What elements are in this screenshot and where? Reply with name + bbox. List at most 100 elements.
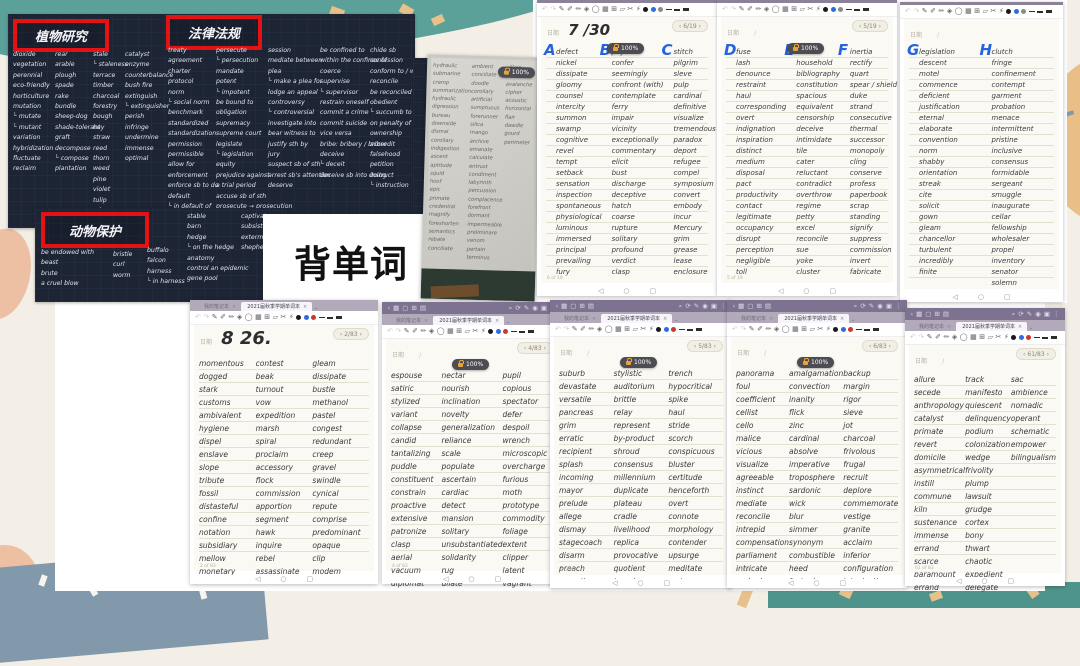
rotate-icon[interactable]: ⟳ — [1018, 310, 1023, 318]
color-swatch[interactable] — [671, 327, 676, 332]
add-page-icon[interactable]: ⊞ — [411, 304, 416, 312]
color-swatch[interactable] — [664, 327, 669, 332]
android-back-button[interactable]: ◁ — [598, 287, 603, 295]
edit-icon[interactable]: ✎ — [524, 304, 529, 312]
eraser-icon[interactable]: ◈ — [952, 334, 957, 341]
page-nav[interactable]: ‹ 5/83 › — [687, 340, 723, 352]
pen-icon[interactable]: ✎ — [559, 6, 565, 13]
android-home-button[interactable]: ○ — [813, 579, 819, 587]
android-back-button[interactable]: ◁ — [952, 293, 957, 301]
color-swatch[interactable] — [831, 7, 836, 12]
grid-icon[interactable]: ▦ — [916, 310, 922, 318]
stroke-width-medium[interactable] — [864, 329, 870, 331]
more-icon[interactable]: ⋮ — [720, 302, 727, 310]
eye-icon[interactable]: ◉ — [702, 302, 708, 310]
color-swatch[interactable] — [496, 329, 501, 334]
laser-icon[interactable]: ⚡ — [289, 314, 294, 321]
stroke-width-thin[interactable] — [511, 331, 517, 332]
stroke-width-thick[interactable] — [873, 328, 879, 332]
image-icon[interactable]: ▦ — [970, 334, 977, 341]
close-icon[interactable]: × — [947, 324, 951, 330]
export-icon[interactable]: ▤ — [588, 302, 594, 310]
shape-icon[interactable]: ▱ — [810, 326, 815, 333]
android-recent-button[interactable]: ▢ — [306, 575, 313, 583]
chevron-down-icon[interactable]: ⌄ — [1029, 325, 1033, 331]
pen-icon[interactable]: ✎ — [404, 328, 410, 335]
image-icon[interactable]: ▦ — [615, 326, 622, 333]
image-icon[interactable]: ▦ — [447, 328, 454, 335]
color-swatch[interactable] — [1014, 9, 1019, 14]
color-swatch[interactable] — [503, 329, 508, 334]
stroke-width-medium[interactable] — [519, 331, 525, 333]
eraser-icon[interactable]: ◈ — [774, 326, 779, 333]
redo-icon[interactable]: ↷ — [913, 8, 919, 15]
shape-icon[interactable]: ▱ — [800, 6, 805, 13]
more-icon[interactable]: ⋮ — [1053, 310, 1060, 318]
stroke-width-thick[interactable] — [1051, 336, 1057, 340]
android-home-button[interactable]: ○ — [468, 575, 474, 583]
color-swatch[interactable] — [656, 327, 661, 332]
stroke-width-medium[interactable] — [674, 9, 680, 11]
stroke-width-thin[interactable] — [1029, 11, 1035, 12]
color-swatch[interactable] — [838, 7, 843, 12]
chevron-down-icon[interactable]: ⌄ — [506, 319, 510, 325]
search-icon[interactable]: ⌕ — [509, 304, 513, 313]
bookmark-icon[interactable]: ▣ — [886, 302, 892, 310]
pencil-icon[interactable]: ✏ — [576, 6, 582, 13]
edit-icon[interactable]: ✎ — [869, 302, 874, 310]
android-back-button[interactable]: ◁ — [612, 579, 617, 587]
shape-icon[interactable]: ▱ — [633, 326, 638, 333]
stroke-width-medium[interactable] — [687, 329, 693, 331]
table-icon[interactable]: ⊞ — [979, 334, 985, 341]
close-icon[interactable]: × — [424, 318, 428, 324]
pencil-icon[interactable]: ✏ — [756, 6, 762, 13]
lasso-icon[interactable]: ◯ — [245, 314, 253, 321]
shape-icon[interactable]: ▱ — [620, 6, 625, 13]
laser-icon[interactable]: ⚡ — [826, 326, 831, 333]
laser-icon[interactable]: ⚡ — [481, 328, 486, 335]
export-icon[interactable]: ▤ — [765, 302, 771, 310]
laser-icon[interactable]: ⚡ — [1004, 334, 1009, 341]
tab-active[interactable]: 2021届秋季学期单词本× — [778, 314, 849, 323]
redo-icon[interactable]: ↷ — [203, 314, 209, 321]
redo-icon[interactable]: ↷ — [563, 326, 569, 333]
pen-icon[interactable]: ✎ — [749, 326, 755, 333]
pen-icon[interactable]: ✎ — [739, 6, 745, 13]
chevron-down-icon[interactable]: ⌄ — [314, 305, 318, 311]
page-nav[interactable]: ‹ 5/19 › — [852, 20, 888, 32]
page-nav[interactable]: ‹ 4/83 › — [517, 342, 553, 354]
android-back-button[interactable]: ◁ — [788, 579, 793, 587]
chevron-down-icon[interactable]: ⌄ — [851, 317, 855, 323]
laser-icon[interactable]: ⚡ — [999, 8, 1004, 15]
back-icon[interactable]: ‹ — [556, 302, 559, 310]
more-icon[interactable]: ⋮ — [895, 302, 902, 310]
android-back-button[interactable]: ◁ — [443, 575, 448, 583]
stroke-width-medium[interactable] — [854, 9, 860, 11]
image-icon[interactable]: ▦ — [782, 6, 789, 13]
color-swatch[interactable] — [1021, 9, 1026, 14]
lasso-icon[interactable]: ◯ — [960, 334, 968, 341]
page-icon[interactable]: ▢ — [747, 302, 753, 310]
scissors-icon[interactable]: ✂ — [991, 8, 997, 15]
add-page-icon[interactable]: ⊞ — [579, 302, 584, 310]
table-icon[interactable]: ⊞ — [264, 314, 270, 321]
android-home-button[interactable]: ○ — [623, 287, 629, 295]
stroke-width-thick[interactable] — [336, 316, 342, 320]
close-icon[interactable]: × — [840, 316, 844, 322]
edit-icon[interactable]: ✎ — [694, 302, 699, 310]
close-icon[interactable]: × — [495, 318, 499, 324]
stroke-width-thick[interactable] — [528, 330, 534, 334]
pen-icon[interactable]: ✎ — [927, 334, 933, 341]
search-icon[interactable]: ⌕ — [679, 302, 683, 311]
lasso-icon[interactable]: ◯ — [772, 6, 780, 13]
pencil-icon[interactable]: ✏ — [766, 326, 772, 333]
tab-active[interactable]: 2021届秋季学期单词本× — [433, 316, 504, 325]
close-icon[interactable]: × — [303, 304, 307, 310]
table-icon[interactable]: ⊞ — [801, 326, 807, 333]
stroke-width-thin[interactable] — [666, 9, 672, 10]
eye-icon[interactable]: ◉ — [1035, 310, 1041, 318]
android-recent-button[interactable]: ▢ — [1004, 293, 1011, 301]
eye-icon[interactable]: ◉ — [532, 304, 538, 312]
pencil-icon[interactable]: ✏ — [229, 314, 235, 321]
rotate-icon[interactable]: ⟳ — [685, 302, 690, 310]
